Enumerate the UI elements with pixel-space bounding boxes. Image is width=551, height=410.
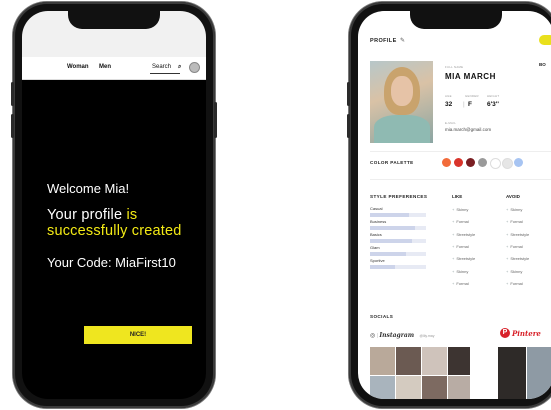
pinterest-icon[interactable]: P (500, 328, 510, 338)
avoid-header: AVOID (506, 194, 520, 199)
avoid-item[interactable]: + Skinny (506, 207, 522, 212)
profile-highlight-created: successfully created (47, 223, 182, 239)
gender-value: F (468, 101, 472, 108)
pinterest-logo[interactable]: Pintere (512, 329, 541, 338)
avoid-item[interactable]: + Skinny (506, 269, 522, 274)
edit-pencil-icon[interactable]: ✎ (400, 37, 405, 44)
like-item[interactable]: + Formal (452, 244, 469, 249)
page-title: PROFILE (370, 38, 397, 44)
gender-label: GENDER (465, 94, 479, 98)
like-item[interactable]: + Streetstyle (452, 256, 475, 261)
style-pref-bar[interactable] (370, 239, 426, 243)
instagram-photo[interactable] (396, 347, 421, 375)
palette-color-swatch[interactable] (478, 158, 487, 167)
stat-divider: | (463, 101, 465, 108)
like-item[interactable]: + Formal (452, 219, 469, 224)
volume-button (347, 114, 350, 138)
style-pref-bar[interactable] (370, 265, 426, 269)
color-palette-label: COLOR PALETTE (370, 160, 414, 165)
search-icon[interactable]: ⌕ (178, 64, 181, 71)
style-pref-bar[interactable] (370, 213, 426, 217)
avoid-item[interactable]: + Formal (506, 219, 523, 224)
palette-color-swatch[interactable] (502, 158, 513, 169)
phone-frame-right: PROFILE ✎ FULL NAME MIA MARCH AGE GENDER… (347, 2, 551, 408)
volume-button (347, 82, 350, 106)
email-value: mia.march@gmail.com (445, 127, 492, 132)
style-pref-label: Business (370, 219, 387, 224)
instagram-row[interactable]: ◎ | Instagram @lily.may (370, 332, 435, 339)
nav-women-link[interactable]: Woman (67, 64, 89, 70)
avatar[interactable] (189, 62, 200, 73)
age-label: AGE (445, 94, 452, 98)
style-pref-bar[interactable] (370, 226, 426, 230)
height-label: HEIGHT (487, 94, 500, 98)
notch (68, 11, 160, 29)
height-value: 6'3'' (487, 101, 499, 108)
like-item[interactable]: + Skinny (452, 207, 468, 212)
welcome-text: Welcome Mia! (47, 181, 130, 196)
profile-prefix: Your profile (47, 207, 127, 223)
divider (370, 179, 551, 180)
welcome-screen: Woman Men Search ⌕ Welcome Mia! Your pro… (22, 11, 206, 399)
instagram-photo[interactable] (448, 376, 470, 399)
like-item[interactable]: + Formal (452, 281, 469, 286)
profile-photo (370, 61, 433, 143)
like-header: LIKE (452, 194, 463, 199)
style-pref-label: Casual (370, 206, 383, 211)
instagram-handle: @lily.may (419, 334, 435, 338)
style-pref-label: Glam (370, 245, 380, 250)
palette-color-swatch[interactable] (454, 158, 463, 167)
volume-button (11, 114, 14, 138)
nav-men-link[interactable]: Men (99, 64, 111, 70)
palette-color-swatch[interactable] (514, 158, 523, 167)
instagram-photo[interactable] (370, 347, 395, 375)
like-item[interactable]: + Streetstyle (452, 232, 475, 237)
instagram-photo[interactable] (396, 376, 421, 399)
palette-color-swatch[interactable] (466, 158, 475, 167)
instagram-photo[interactable] (422, 376, 447, 399)
search-input[interactable] (150, 73, 180, 74)
avoid-item[interactable]: + Formal (506, 244, 523, 249)
profile-screen: PROFILE ✎ FULL NAME MIA MARCH AGE GENDER… (358, 11, 551, 399)
full-name-label: FULL NAME (445, 65, 464, 69)
style-pref-label: Sportive (370, 258, 385, 263)
volume-button (11, 82, 14, 106)
instagram-photo[interactable] (370, 376, 395, 399)
profile-created-text: Your profile is successfully created (47, 207, 206, 239)
instagram-icon: ◎ (370, 333, 376, 339)
style-pref-bar[interactable] (370, 252, 426, 256)
side-section-label: BO (539, 62, 546, 67)
style-preferences-label: STYLE PREFERENCES (370, 194, 428, 199)
nice-button[interactable]: NICE! (84, 326, 192, 344)
style-pref-label: Basics (370, 232, 382, 237)
age-value: 32 (445, 101, 453, 108)
pinterest-photo[interactable] (527, 347, 551, 399)
divider (370, 151, 551, 152)
instagram-photo[interactable] (448, 347, 470, 375)
pinterest-photo[interactable] (498, 347, 526, 399)
socials-label: SOCIALS (370, 314, 394, 319)
profile-highlight-is: is (126, 207, 138, 223)
search-label[interactable]: Search (152, 64, 171, 70)
full-name: MIA MARCH (445, 72, 496, 81)
avoid-item[interactable]: + Streetstyle (506, 232, 529, 237)
avoid-item[interactable]: + Formal (506, 281, 523, 286)
like-item[interactable]: + Skinny (452, 269, 468, 274)
promo-code-text: Your Code: MiaFirst10 (47, 255, 176, 270)
instagram-photo[interactable] (422, 347, 447, 375)
power-button (214, 102, 217, 138)
palette-color-swatch[interactable] (490, 158, 501, 169)
instagram-logo: Instagram (379, 332, 415, 339)
email-label: E-MAIL (445, 121, 457, 125)
top-nav: Woman Men Search ⌕ (22, 57, 206, 80)
notch (410, 11, 502, 29)
avoid-item[interactable]: + Streetstyle (506, 256, 529, 261)
palette-color-swatch[interactable] (442, 158, 451, 167)
toggle-switch[interactable] (539, 35, 551, 45)
phone-frame-left: Woman Men Search ⌕ Welcome Mia! Your pro… (11, 2, 217, 408)
